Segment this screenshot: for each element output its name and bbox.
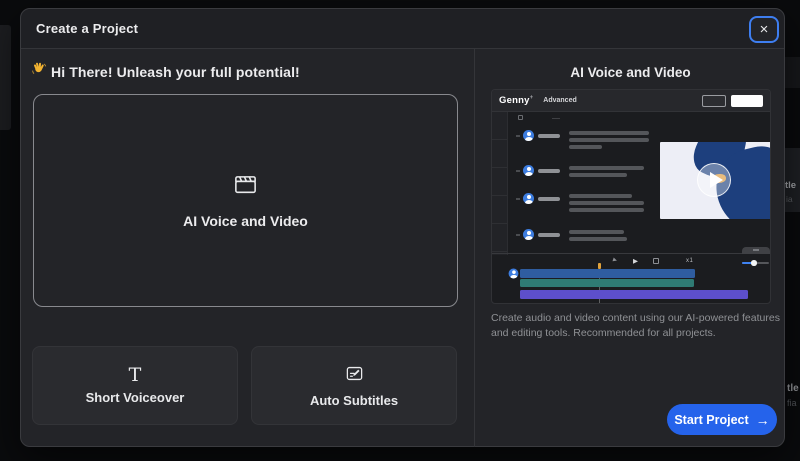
logo-mark: + (529, 94, 534, 101)
row-handle (516, 135, 520, 137)
clapperboard-icon (233, 172, 258, 202)
project-description: Create audio and video content using our… (491, 312, 780, 339)
timeline-zoom-slider (742, 260, 769, 266)
text-line-bar (569, 237, 627, 241)
text-line-bar (569, 230, 624, 234)
speaker-name-bar (538, 133, 560, 138)
ai-voice-video-card[interactable]: AI Voice and Video (33, 94, 458, 307)
timeline-cursor-icon (612, 257, 618, 263)
app-screen: tle ia tle fia Create a Project × Hi The… (0, 0, 800, 461)
video-play-icon (710, 172, 723, 188)
speaker-name-bar (538, 168, 560, 173)
arrow-right-icon: → (755, 411, 770, 428)
waving-hand-icon (31, 61, 47, 82)
row-handle (516, 198, 520, 200)
auto-subtitles-label: Auto Subtitles (309, 392, 399, 408)
timeline-speed-label: x1 (686, 258, 694, 264)
slider-knob (751, 260, 757, 266)
text-line-bar (569, 208, 644, 212)
start-project-button[interactable]: Start Project → (667, 404, 777, 435)
project-detail-panel: AI Voice and Video Genny+ Advanced ▶ x1 … (475, 49, 786, 447)
speaker-avatar (523, 165, 534, 176)
preview-timeline: ▶ x1 (492, 247, 770, 303)
auto-subtitles-card[interactable]: Auto Subtitles (251, 346, 457, 425)
detail-title: AI Voice and Video (570, 65, 691, 80)
short-voiceover-label: Short Voiceover (85, 390, 185, 405)
text-t-icon: T (128, 364, 142, 386)
preview-video-panel (660, 142, 770, 219)
video-track (520, 290, 748, 299)
timeline-drag-handle (742, 247, 770, 254)
preview-primary-button (731, 94, 763, 107)
advanced-mode-label: Advanced (543, 97, 577, 104)
text-line-bar (569, 201, 644, 205)
close-button[interactable]: × (749, 16, 779, 43)
background-text-fragment: tle (785, 180, 797, 191)
create-project-modal: Create a Project × Hi There! Unleash you… (20, 8, 785, 447)
row-handle (516, 234, 520, 236)
preview-toolbar-icon (518, 115, 523, 120)
text-line-bar (569, 138, 649, 142)
text-line-bar (569, 166, 644, 170)
background-text-fragment: ia (786, 194, 793, 204)
modal-title: Create a Project (36, 21, 139, 36)
preview-topbar: Genny+ Advanced (492, 90, 770, 112)
music-track (520, 279, 694, 287)
text-line-bar (569, 194, 632, 198)
start-project-label: Start Project (674, 412, 749, 427)
text-line-bar (569, 131, 649, 135)
modal-body: Hi There! Unleash your full potential! A… (21, 49, 784, 447)
timeline-speaker-avatar (508, 268, 519, 279)
timeline-play-icon: ▶ (633, 258, 638, 265)
genny-logo: Genny+ (499, 94, 534, 107)
subtitles-edit-icon (345, 364, 364, 388)
preview-sidebar (492, 112, 508, 255)
preview-editor-area (492, 112, 770, 255)
row-handle (516, 170, 520, 172)
ai-voice-video-label: AI Voice and Video (183, 213, 308, 229)
speaker-avatar (523, 193, 534, 204)
modal-header: Create a Project × (21, 9, 784, 49)
preview-outline-button (702, 94, 726, 107)
greeting: Hi There! Unleash your full potential! (31, 61, 300, 82)
speaker-avatar (523, 130, 534, 141)
short-voiceover-card[interactable]: T Short Voiceover (32, 346, 238, 425)
background-text-fragment: tle (787, 383, 799, 394)
background-text-fragment: fia (787, 398, 797, 408)
speaker-avatar (523, 229, 534, 240)
project-type-panel: Hi There! Unleash your full potential! A… (21, 49, 475, 447)
preview-toolbar-dash (552, 118, 560, 119)
genny-app-preview: Genny+ Advanced ▶ x1 (491, 89, 771, 304)
timeline-edit-icon (653, 258, 659, 264)
text-line-bar (569, 145, 602, 149)
background-sidebar-sliver (0, 25, 11, 130)
speaker-name-bar (538, 232, 560, 237)
speaker-name-bar (538, 196, 560, 201)
voice-track (520, 269, 695, 278)
greeting-text: Hi There! Unleash your full potential! (51, 63, 300, 80)
text-line-bar (569, 173, 627, 177)
